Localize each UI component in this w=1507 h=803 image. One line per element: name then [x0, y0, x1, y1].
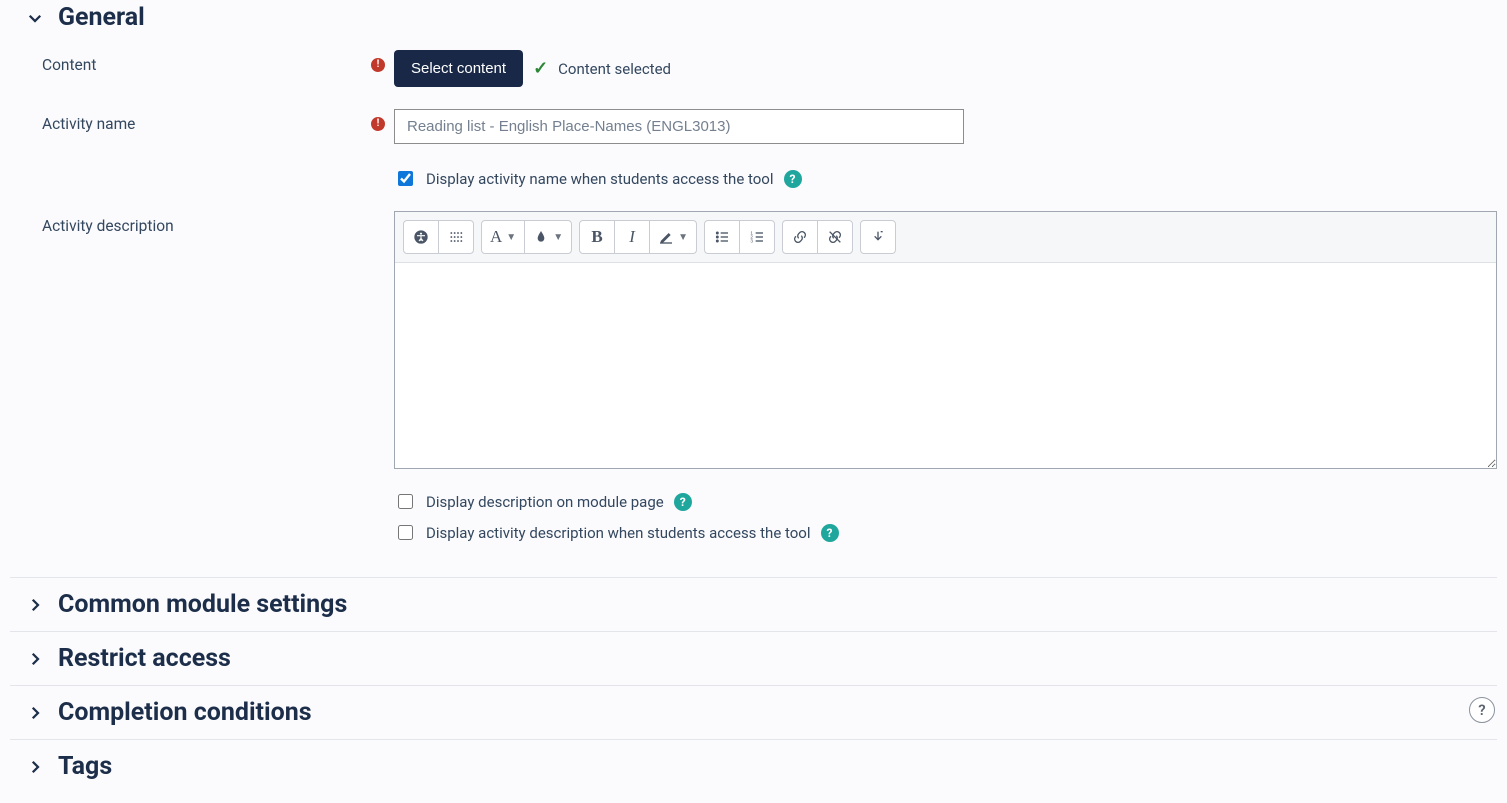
- richtext-editor: A▼ ▼ B I ▼: [394, 211, 1497, 469]
- section-header-tags[interactable]: Tags: [26, 752, 1497, 781]
- link-button[interactable]: [782, 220, 818, 254]
- label-activity-name: Activity name: [42, 109, 362, 133]
- help-icon[interactable]: ?: [674, 493, 692, 511]
- select-content-button[interactable]: Select content: [394, 50, 523, 87]
- section-completion-conditions: Completion conditions: [10, 685, 1497, 739]
- font-color-button[interactable]: ▼: [524, 220, 572, 254]
- display-activity-name-checkbox[interactable]: [398, 171, 413, 186]
- highlight-button[interactable]: ▼: [649, 220, 697, 254]
- section-restrict-access: Restrict access: [10, 631, 1497, 685]
- bold-button[interactable]: B: [579, 220, 615, 254]
- grid-icon[interactable]: [438, 220, 474, 254]
- numbered-list-button[interactable]: 123: [739, 220, 775, 254]
- section-header-common-module[interactable]: Common module settings: [26, 590, 1497, 619]
- section-title: Common module settings: [58, 590, 347, 619]
- editor-content[interactable]: [395, 263, 1496, 468]
- display-description-module-checkbox[interactable]: [398, 494, 413, 509]
- display-activity-description-tool-checkbox[interactable]: [398, 525, 413, 540]
- row-content: Content ! Select content ✓ Content selec…: [42, 50, 1497, 87]
- label-activity-description: Activity description: [42, 211, 362, 235]
- section-title: Completion conditions: [58, 698, 312, 727]
- label-content: Content: [42, 50, 362, 74]
- chevron-right-icon: [26, 650, 44, 668]
- floating-help-button[interactable]: ?: [1469, 697, 1495, 723]
- unlink-button[interactable]: [817, 220, 853, 254]
- chevron-right-icon: [26, 704, 44, 722]
- activity-name-input[interactable]: [394, 109, 964, 144]
- check-icon: ✓: [533, 58, 548, 79]
- row-activity-description: Activity description: [42, 211, 1497, 543]
- section-title: Restrict access: [58, 644, 231, 673]
- display-activity-name-label: Display activity name when students acce…: [426, 170, 774, 188]
- section-header-completion-conditions[interactable]: Completion conditions: [26, 698, 1497, 727]
- chevron-right-icon: [26, 596, 44, 614]
- section-body-general: Content ! Select content ✓ Content selec…: [26, 32, 1497, 543]
- bulleted-list-button[interactable]: [704, 220, 740, 254]
- italic-button[interactable]: I: [614, 220, 650, 254]
- more-toolbar-button[interactable]: [860, 220, 896, 254]
- section-title: General: [58, 3, 145, 32]
- content-selected-status: Content selected: [558, 60, 671, 78]
- row-activity-name: Activity name ! Display activity name wh…: [42, 109, 1497, 189]
- section-common-module-settings: Common module settings: [10, 577, 1497, 631]
- section-general: General Content ! Select content ✓ Conte…: [10, 0, 1497, 577]
- display-description-module-label: Display description on module page: [426, 493, 664, 511]
- section-header-restrict-access[interactable]: Restrict access: [26, 644, 1497, 673]
- display-activity-description-tool-label: Display activity description when studen…: [426, 524, 811, 542]
- required-icon: !: [371, 58, 385, 72]
- section-header-general[interactable]: General: [26, 3, 1497, 32]
- chevron-right-icon: [26, 758, 44, 776]
- chevron-down-icon: [26, 9, 44, 27]
- help-icon[interactable]: ?: [784, 170, 802, 188]
- section-title: Tags: [58, 752, 112, 781]
- help-icon[interactable]: ?: [821, 524, 839, 542]
- svg-text:3: 3: [750, 238, 753, 243]
- section-tags: Tags: [10, 739, 1497, 793]
- font-family-button[interactable]: A▼: [481, 220, 525, 254]
- help-icon: ?: [1478, 701, 1485, 719]
- required-icon: !: [371, 117, 385, 131]
- accessibility-icon[interactable]: [403, 220, 439, 254]
- editor-toolbar: A▼ ▼ B I ▼: [395, 212, 1496, 263]
